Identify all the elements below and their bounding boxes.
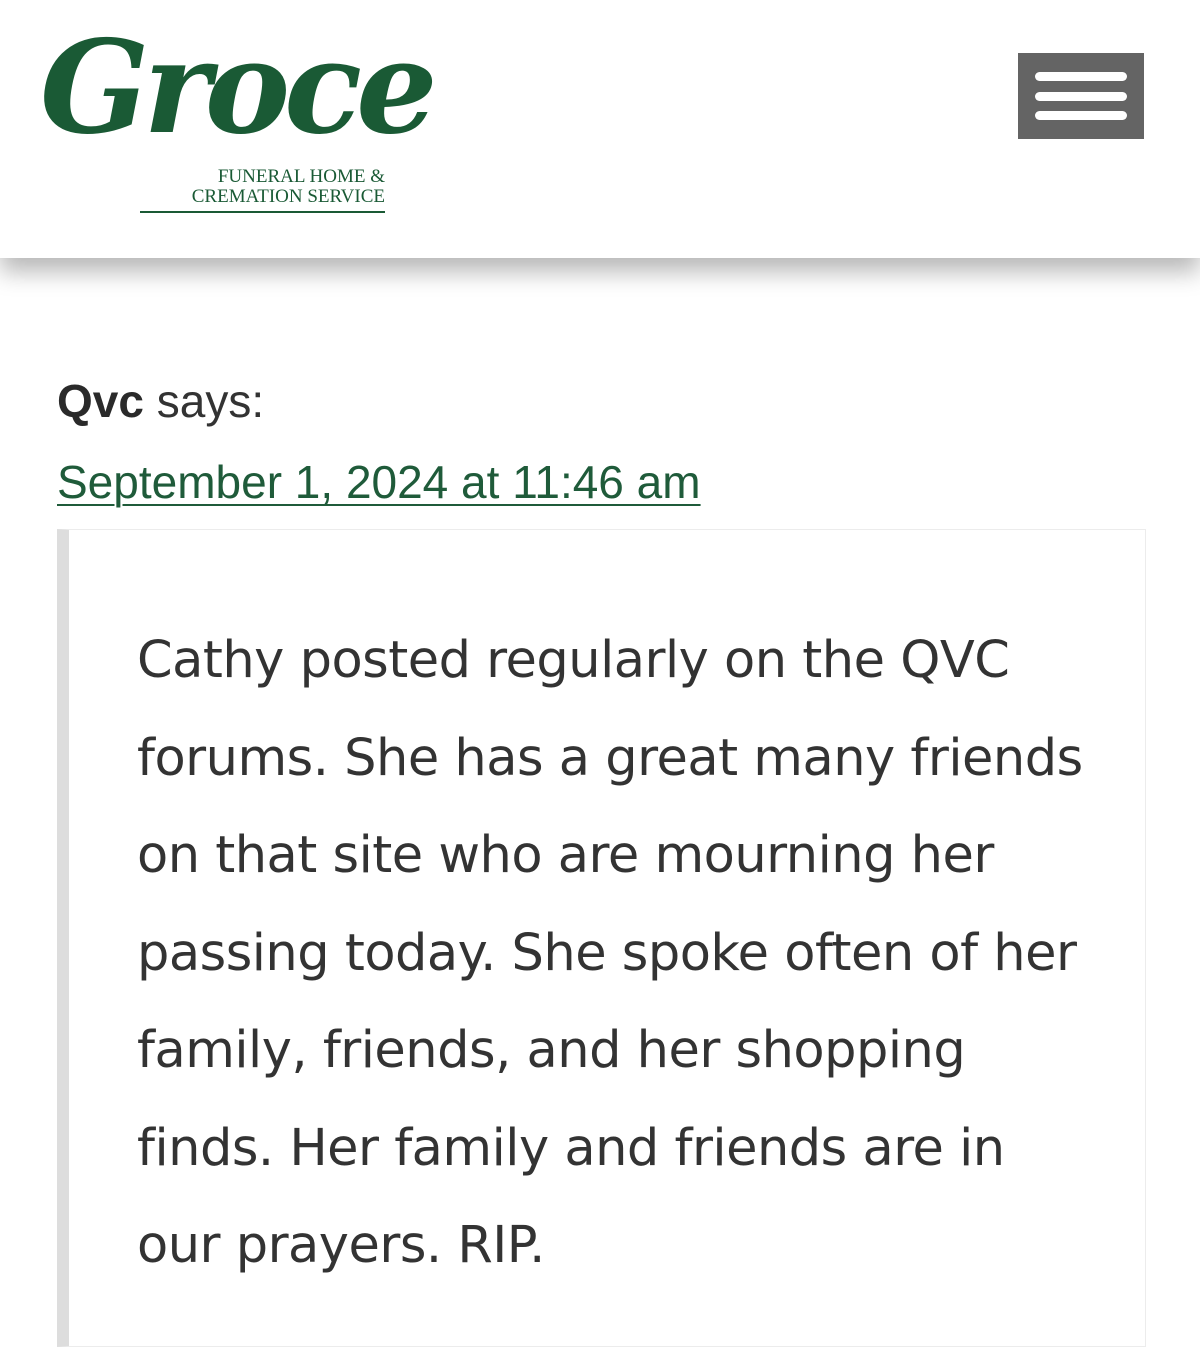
comment-date-link[interactable]: September 1, 2024 at 11:46 am bbox=[57, 452, 701, 512]
menu-bar-bottom bbox=[1035, 111, 1127, 120]
hamburger-menu-icon[interactable] bbox=[1018, 53, 1144, 139]
logo-subtitle-line1: FUNERAL HOME & bbox=[217, 166, 385, 187]
comment-text: Cathy posted regularly on the QVC forums… bbox=[137, 631, 1083, 1275]
comment-author-line: Qvc says: bbox=[57, 370, 1147, 432]
menu-bar-top bbox=[1035, 72, 1127, 81]
logo-underline bbox=[140, 211, 385, 213]
logo-subtitle: FUNERAL HOME & CREMATION SERVICE bbox=[140, 167, 385, 207]
site-header: Groce FUNERAL HOME & CREMATION SERVICE bbox=[0, 0, 1200, 258]
logo-script-text: Groce bbox=[40, 13, 437, 163]
menu-bar-middle bbox=[1035, 91, 1127, 101]
comment-body: Cathy posted regularly on the QVC forums… bbox=[57, 529, 1146, 1347]
groce-logo[interactable]: Groce FUNERAL HOME & CREMATION SERVICE bbox=[40, 24, 437, 224]
comment-header: Qvc says: September 1, 2024 at 11:46 am bbox=[57, 370, 1147, 512]
logo-subtitle-line2: CREMATION SERVICE bbox=[191, 186, 385, 207]
comment-says-label: says: bbox=[156, 375, 265, 427]
comment-author: Qvc bbox=[57, 375, 144, 427]
